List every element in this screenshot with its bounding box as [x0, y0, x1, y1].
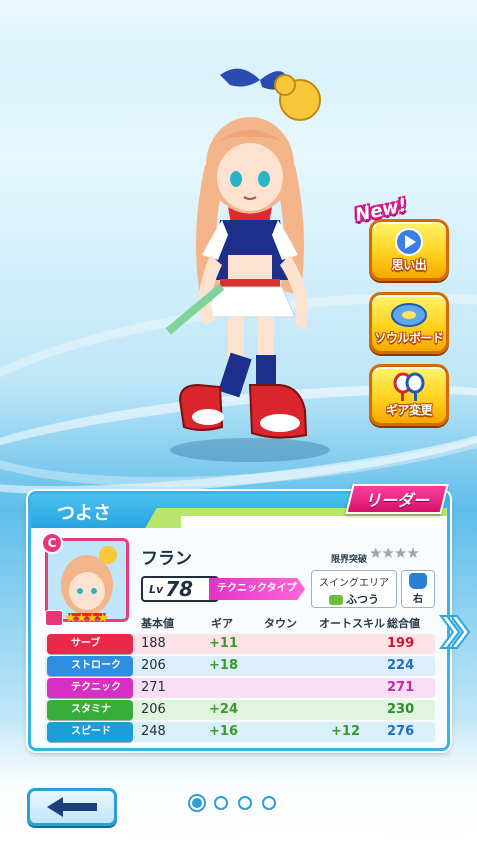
header-town: タウン [264, 617, 297, 630]
hand-icon [409, 573, 427, 589]
limit-break-label: 限界突破 [331, 555, 368, 565]
stat-gear: +11 [209, 636, 238, 651]
page-dot[interactable] [262, 796, 276, 810]
stat-total: 224 [387, 658, 415, 673]
stat-total: 230 [387, 702, 415, 717]
racket-icon [389, 372, 429, 406]
stat-total: 199 [387, 636, 415, 651]
type-tag: テクニックタイプ [209, 578, 305, 600]
rarity-badge: C [41, 532, 63, 554]
level-box: Lv 78 [141, 576, 219, 602]
limit-break-stars: ★ ★ ★ ★ [369, 544, 420, 562]
stat-header: 基本値 ギア タウン オートスキル 総合値 [31, 615, 447, 631]
stat-gear: +16 [209, 724, 238, 739]
page-indicator [190, 796, 286, 810]
stat-total: 276 [387, 724, 415, 739]
header-auto-skill: オートスキル [319, 617, 385, 630]
dominant-hand-value: 右 [413, 594, 423, 605]
header-base: 基本値 [141, 617, 174, 630]
stat-gear: +18 [209, 658, 238, 673]
stat-gear: +24 [209, 702, 238, 717]
stat-base: 188 [141, 636, 166, 651]
soul-disc-icon [389, 300, 429, 334]
stat-row: スタミナ 206 +24 230 [45, 700, 435, 720]
back-button[interactable] [27, 788, 117, 826]
empty-star-icon: ★ [406, 544, 420, 562]
leader-tag: リーダー [345, 484, 449, 514]
stat-base: 206 [141, 658, 166, 673]
panel-title: つよさ [57, 503, 111, 524]
empty-star-icon: ★ [393, 544, 408, 562]
double-chevron-right-icon [439, 615, 471, 649]
stat-row: サーブ 188 +11 199 [45, 634, 435, 654]
dominant-hand-box: 右 [401, 570, 435, 608]
stat-base: 271 [141, 680, 166, 695]
stat-name: スタミナ [47, 700, 133, 720]
stat-name: テクニック [47, 678, 133, 698]
swing-area-icon [329, 595, 343, 605]
gear-change-button[interactable]: ギア変更 [369, 364, 449, 426]
stat-name: サーブ [47, 634, 133, 654]
level-value: 78 [165, 577, 194, 601]
page-dot[interactable] [190, 796, 204, 810]
memories-button[interactable]: 思い出 [369, 219, 449, 281]
header-total: 総合値 [387, 617, 420, 630]
stat-total: 271 [387, 680, 415, 695]
header-gear: ギア [211, 617, 233, 630]
stat-auto-skill: +12 [331, 724, 360, 739]
stat-base: 248 [141, 724, 166, 739]
character-illustration [165, 68, 330, 462]
level-prefix: Lv [149, 582, 164, 596]
empty-star-icon: ★ [369, 544, 383, 562]
character-name: フラン [141, 549, 192, 569]
page-dot[interactable] [238, 796, 252, 810]
page-dot[interactable] [214, 796, 228, 810]
stat-row: スピード 248 +16 +12 276 [45, 722, 435, 742]
next-button[interactable] [436, 610, 472, 654]
status-panel: つよさ リーダー C ★ ★ ★ ★ フラン 限界突破 ★ ★ ★ ★ Lv 7… [28, 484, 450, 751]
empty-star-icon: ★ [381, 544, 395, 562]
stat-row: ストローク 206 +18 224 [45, 656, 435, 676]
stat-name: ストローク [47, 656, 133, 676]
soul-board-button[interactable]: ソウルボード [369, 292, 449, 354]
swing-area-value: ふつう [346, 593, 379, 606]
left-arrow-icon [47, 797, 97, 817]
stat-row: テクニック 271 271 [45, 678, 435, 698]
play-icon [392, 227, 426, 261]
stat-name: スピード [47, 722, 133, 742]
stat-base: 206 [141, 702, 166, 717]
swing-area-box: スイングエリア ふつう [311, 570, 397, 608]
swing-area-label: スイングエリア [319, 578, 389, 589]
